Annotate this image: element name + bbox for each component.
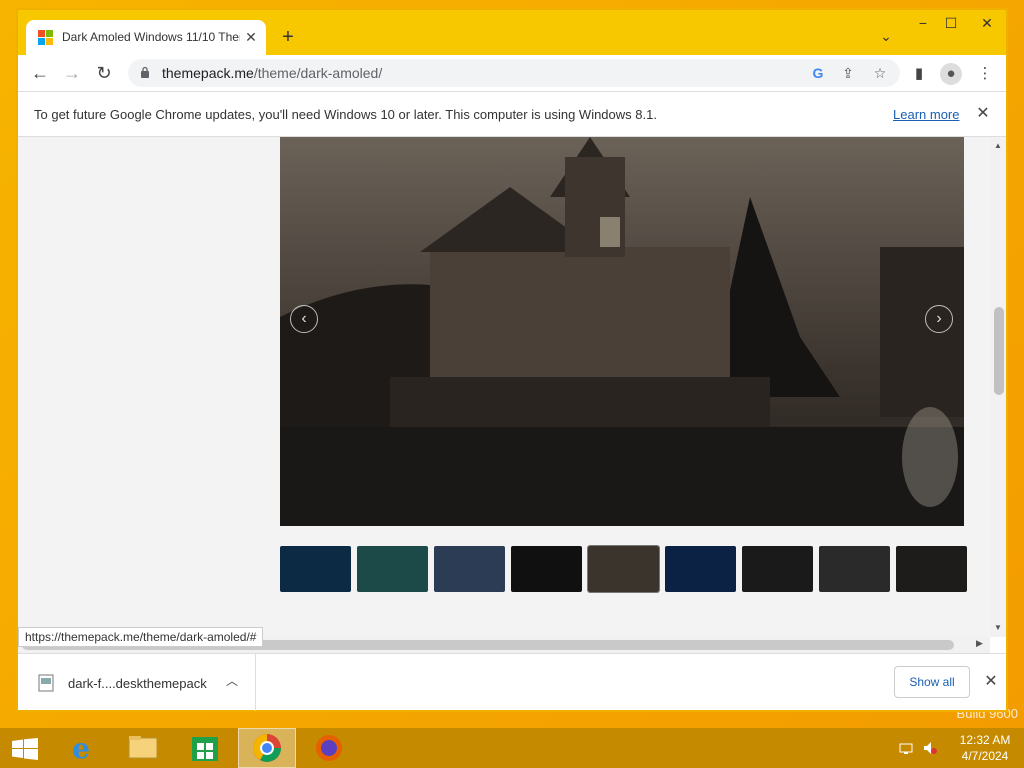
back-arrow-icon[interactable]: ← [28, 61, 52, 85]
internet-explorer-icon[interactable]: e [52, 728, 110, 768]
clock-time: 12:32 AM [959, 733, 1011, 747]
update-infobar: To get future Google Chrome updates, you… [18, 91, 1006, 137]
reload-icon[interactable]: ↻ [92, 61, 116, 85]
left-blank-column [18, 137, 280, 637]
gallery-thumbnail[interactable] [665, 546, 736, 592]
menu-kebab-icon[interactable]: ⋮ [974, 63, 996, 85]
network-icon[interactable] [898, 740, 914, 756]
url-host: themepack.me [162, 65, 254, 81]
tab-title: Dark Amoled Windows 11/10 Theme [62, 30, 240, 44]
scroll-thumb[interactable] [994, 307, 1004, 395]
minimize-button[interactable]: − [908, 10, 938, 38]
close-download-shelf-icon[interactable]: ✕ [980, 671, 1002, 693]
file-icon [38, 674, 54, 692]
infobar-message: To get future Google Chrome updates, you… [34, 107, 657, 122]
gallery-thumbnail[interactable] [896, 546, 967, 592]
gallery-thumbnails [280, 545, 967, 593]
tab-active[interactable]: Dark Amoled Windows 11/10 Theme ✕ [26, 20, 266, 55]
download-shelf: dark-f....deskthemepack ︿ Show all ✕ [18, 653, 1006, 711]
scroll-right-icon[interactable]: ▶ [976, 638, 983, 649]
gallery-thumbnail[interactable] [357, 546, 428, 592]
gallery-thumbnail[interactable] [511, 546, 582, 592]
firefox-icon[interactable] [300, 728, 358, 768]
start-windows-icon[interactable] [12, 738, 38, 760]
chevron-up-icon[interactable]: ︿ [224, 672, 240, 690]
tab-close-icon[interactable]: ✕ [242, 28, 260, 46]
maximize-button[interactable]: ☐ [936, 10, 966, 38]
infobar-close-icon[interactable]: ✕ [973, 104, 993, 124]
gallery-thumbnail[interactable] [819, 546, 890, 592]
download-filename: dark-f....deskthemepack [68, 676, 207, 691]
google-lens-icon[interactable]: G [808, 63, 828, 83]
show-all-button[interactable]: Show all [894, 666, 970, 698]
system-clock[interactable]: 12:32 AM 4/7/2024 [950, 732, 1020, 764]
gallery-prev-arrow[interactable]: ‹ [290, 305, 318, 333]
clock-date: 4/7/2024 [961, 749, 1009, 763]
learn-more-link[interactable]: Learn more [893, 107, 959, 122]
profile-avatar-icon[interactable]: ● [940, 63, 962, 85]
gallery-thumbnail[interactable] [742, 546, 813, 592]
side-panel-icon[interactable]: ▮ [908, 63, 930, 85]
tab-search-chevron-icon[interactable]: ⌄ [876, 28, 896, 48]
gallery-thumbnail[interactable] [280, 546, 351, 592]
status-url-bubble: https://themepack.me/theme/dark-amoled/# [18, 627, 264, 647]
new-tab-button[interactable]: + [276, 26, 300, 50]
toolbar: ← → ↻ themepack.me/theme/dark-amoled/ G … [18, 55, 1006, 91]
taskbar: e 12:32 AM 4/7/2024 [0, 728, 1024, 768]
url-path: /theme/dark-amoled/ [253, 65, 383, 81]
url-text: themepack.me/theme/dark-amoled/ [162, 65, 382, 81]
title-bar: Dark Amoled Windows 11/10 Theme ✕ + ⌄ − … [18, 10, 1006, 55]
volume-muted-icon[interactable] [922, 740, 938, 756]
gallery-thumbnail[interactable] [587, 545, 660, 593]
theme-preview-image: ‹ › [280, 137, 964, 526]
windows-logo-icon [38, 30, 54, 46]
bookmark-star-icon[interactable]: ☆ [870, 63, 890, 83]
address-bar[interactable]: themepack.me/theme/dark-amoled/ G ⇪ ☆ [128, 59, 900, 87]
file-explorer-icon[interactable] [114, 728, 172, 768]
share-icon[interactable]: ⇪ [838, 63, 858, 83]
vertical-scrollbar[interactable]: ▲ ▼ [990, 137, 1006, 637]
close-window-button[interactable]: ✕ [972, 10, 1002, 38]
page-content: ‹ › ▲ ▼ [18, 137, 1006, 637]
gallery-next-arrow[interactable]: › [925, 305, 953, 333]
chrome-taskbar-icon[interactable] [238, 728, 296, 768]
store-icon[interactable] [176, 728, 234, 768]
haunted-house-image [280, 137, 964, 526]
forward-arrow-icon[interactable]: → [60, 61, 84, 85]
lock-icon [141, 66, 149, 78]
scroll-up-icon[interactable]: ▲ [994, 141, 1002, 150]
svg-text:e: e [72, 732, 90, 765]
download-item[interactable]: dark-f....deskthemepack ︿ [18, 654, 256, 711]
scroll-down-icon[interactable]: ▼ [994, 623, 1002, 632]
chrome-window: Dark Amoled Windows 11/10 Theme ✕ + ⌄ − … [16, 8, 1008, 712]
gallery-thumbnail[interactable] [434, 546, 505, 592]
